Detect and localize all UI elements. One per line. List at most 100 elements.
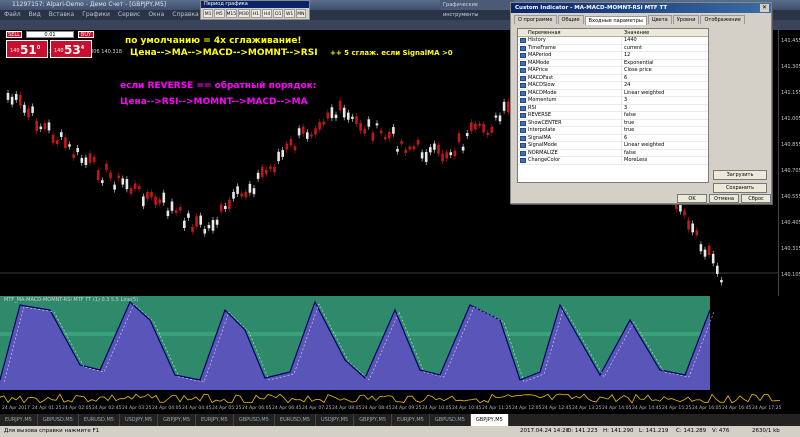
parameter-value: Linear weighted [621,142,664,149]
candle-body [6,92,10,100]
chart-tab[interactable]: GBPJPY,M5 [158,414,197,426]
menu-item-6[interactable]: Справка [172,11,198,18]
timeframe-h4[interactable]: H4 [261,9,273,18]
timeframe-mn[interactable]: MN [295,9,306,18]
candle-body [371,132,375,141]
parameter-row[interactable]: NORMALIZE false [518,149,708,157]
menu-item-2[interactable]: Вставка [49,11,74,18]
candle-body [445,152,448,159]
candle-body [207,225,211,229]
timeframe-m5[interactable]: M5 [214,9,225,18]
parameter-row[interactable]: MACDMode Linear weighted [518,89,708,97]
reset-button[interactable]: Сброс [741,194,771,203]
chart-tab[interactable]: GBPUSD,M5 [38,414,79,426]
sub-indicator-window[interactable] [0,390,781,405]
candle-body [39,126,43,130]
cancel-button[interactable]: Отмена [709,194,739,203]
parameter-row[interactable]: SignalMode Linear weighted [518,142,708,150]
candle-body [675,204,678,209]
parameter-row[interactable]: MACDSlow 24 [518,82,708,90]
close-icon[interactable]: ✕ [760,4,769,12]
parameter-row[interactable]: MAMode Exponential [518,59,708,67]
indicator-window[interactable] [0,296,780,390]
menu-item-4[interactable]: Сервис [118,11,140,18]
chart-tab[interactable]: EURUSD,M5 [79,414,120,426]
chart-tab[interactable]: USDJPY,M5 [120,414,159,426]
timeframe-m30[interactable]: M30 [238,9,250,18]
candle-body [174,210,178,214]
candle-body [338,100,342,111]
parameter-row[interactable]: MAPeriod 12 [518,52,708,60]
parameter-row[interactable]: REVERSE false [518,112,708,120]
candle-body [199,215,202,225]
timeframe-d1[interactable]: D1 [273,9,284,18]
column-variable: Переменная [528,30,561,36]
candle-body [154,196,157,206]
timeframe-w1[interactable]: W1 [284,9,295,18]
parameter-row[interactable]: ChangeColor MoreLess [518,157,708,165]
ok-button[interactable]: OK [677,194,707,203]
chart-tab[interactable]: EURJPY,M5 [196,414,234,426]
drawing-tools-ribbon[interactable]: Графические инструменты [440,0,514,18]
lot-size-input[interactable]: 0.01 [26,31,74,38]
parameters-header: Переменная Значение [518,29,708,37]
chart-tab[interactable]: EURJPY,M5 [0,414,38,426]
dialog-tab[interactable]: Отображение [700,15,745,24]
parameter-row[interactable]: MAPrice Close price [518,67,708,75]
candle-body [55,140,59,144]
chart-tab[interactable]: EURUSD,M5 [275,414,316,426]
candle-body [720,279,723,283]
dialog-tab[interactable]: Общие [557,15,584,24]
dialog-tab[interactable]: Входные параметры [584,16,647,25]
price-tick: 140.705 [781,168,800,174]
load-button[interactable]: Загрузить [713,170,767,180]
parameter-row[interactable]: RSI 3 [518,104,708,112]
chart-tab[interactable]: USDJPY,M5 [316,414,355,426]
chart-tab[interactable]: GBPUSD,M5 [234,414,275,426]
dialog-title: Custom Indicator - MA-MACD-MOMNT-RSI MTF… [511,3,771,13]
sell-button[interactable]: SELL [6,31,22,38]
parameters-table[interactable]: Переменная Значение History 1440 TimeFrame… [517,28,709,183]
buy-price-box[interactable]: 140 534 [50,40,92,58]
parameter-value: false [621,112,636,119]
chart-tab[interactable]: GBPJPY,M5 [470,414,509,426]
parameter-row[interactable]: TimeFrame current [518,44,708,52]
sell-price-box[interactable]: 140 510 [6,40,48,58]
candle-body [80,158,84,163]
dialog-tab[interactable]: Уровни [672,15,700,24]
parameter-icon [520,143,526,148]
status-connection: 2630/1 kb [752,428,780,434]
candle-body [219,204,223,212]
candle-body [236,186,239,194]
parameter-row[interactable]: Interpolate true [518,127,708,135]
parameter-icon [520,68,526,73]
timeframe-panel-caption: Период графика [201,1,309,8]
chart-tab[interactable]: GBPJPY,M5 [354,414,393,426]
parameter-row[interactable]: ShowCENTER true [518,119,708,127]
candle-body [281,150,284,157]
dialog-tab[interactable]: Цвета [647,15,672,24]
timeframe-m15[interactable]: M15 [225,9,238,18]
parameter-row[interactable]: MACDFast 6 [518,74,708,82]
parameter-icon [520,53,526,58]
chart-tab[interactable]: GBPUSD,M5 [430,414,471,426]
timeframe-m1[interactable]: M1 [203,9,214,18]
dialog-tab[interactable]: О программе [514,15,557,24]
parameter-row[interactable]: History 1440 [518,37,708,45]
menu-item-3[interactable]: Графики [82,11,110,18]
menu-item-1[interactable]: Вид [29,11,41,18]
save-button[interactable]: Сохранить [713,183,767,193]
menu-item-0[interactable]: Файл [4,11,21,18]
indicator-center-band [0,332,710,336]
candle-body [35,120,38,131]
time-tick: 24 Apr 05:25 [212,406,242,411]
timeframe-h1[interactable]: H1 [250,9,261,18]
parameter-name: SignalMA [528,134,552,141]
parameter-name: Momentum [528,97,557,103]
menu-item-5[interactable]: Окна [148,11,164,18]
sub-indicator-plot [0,393,781,404]
chart-tab[interactable]: EURJPY,M5 [392,414,430,426]
buy-button[interactable]: BUY [78,31,94,38]
parameter-row[interactable]: SignalMA 6 [518,134,708,142]
parameter-row[interactable]: Momentum 3 [518,97,708,105]
